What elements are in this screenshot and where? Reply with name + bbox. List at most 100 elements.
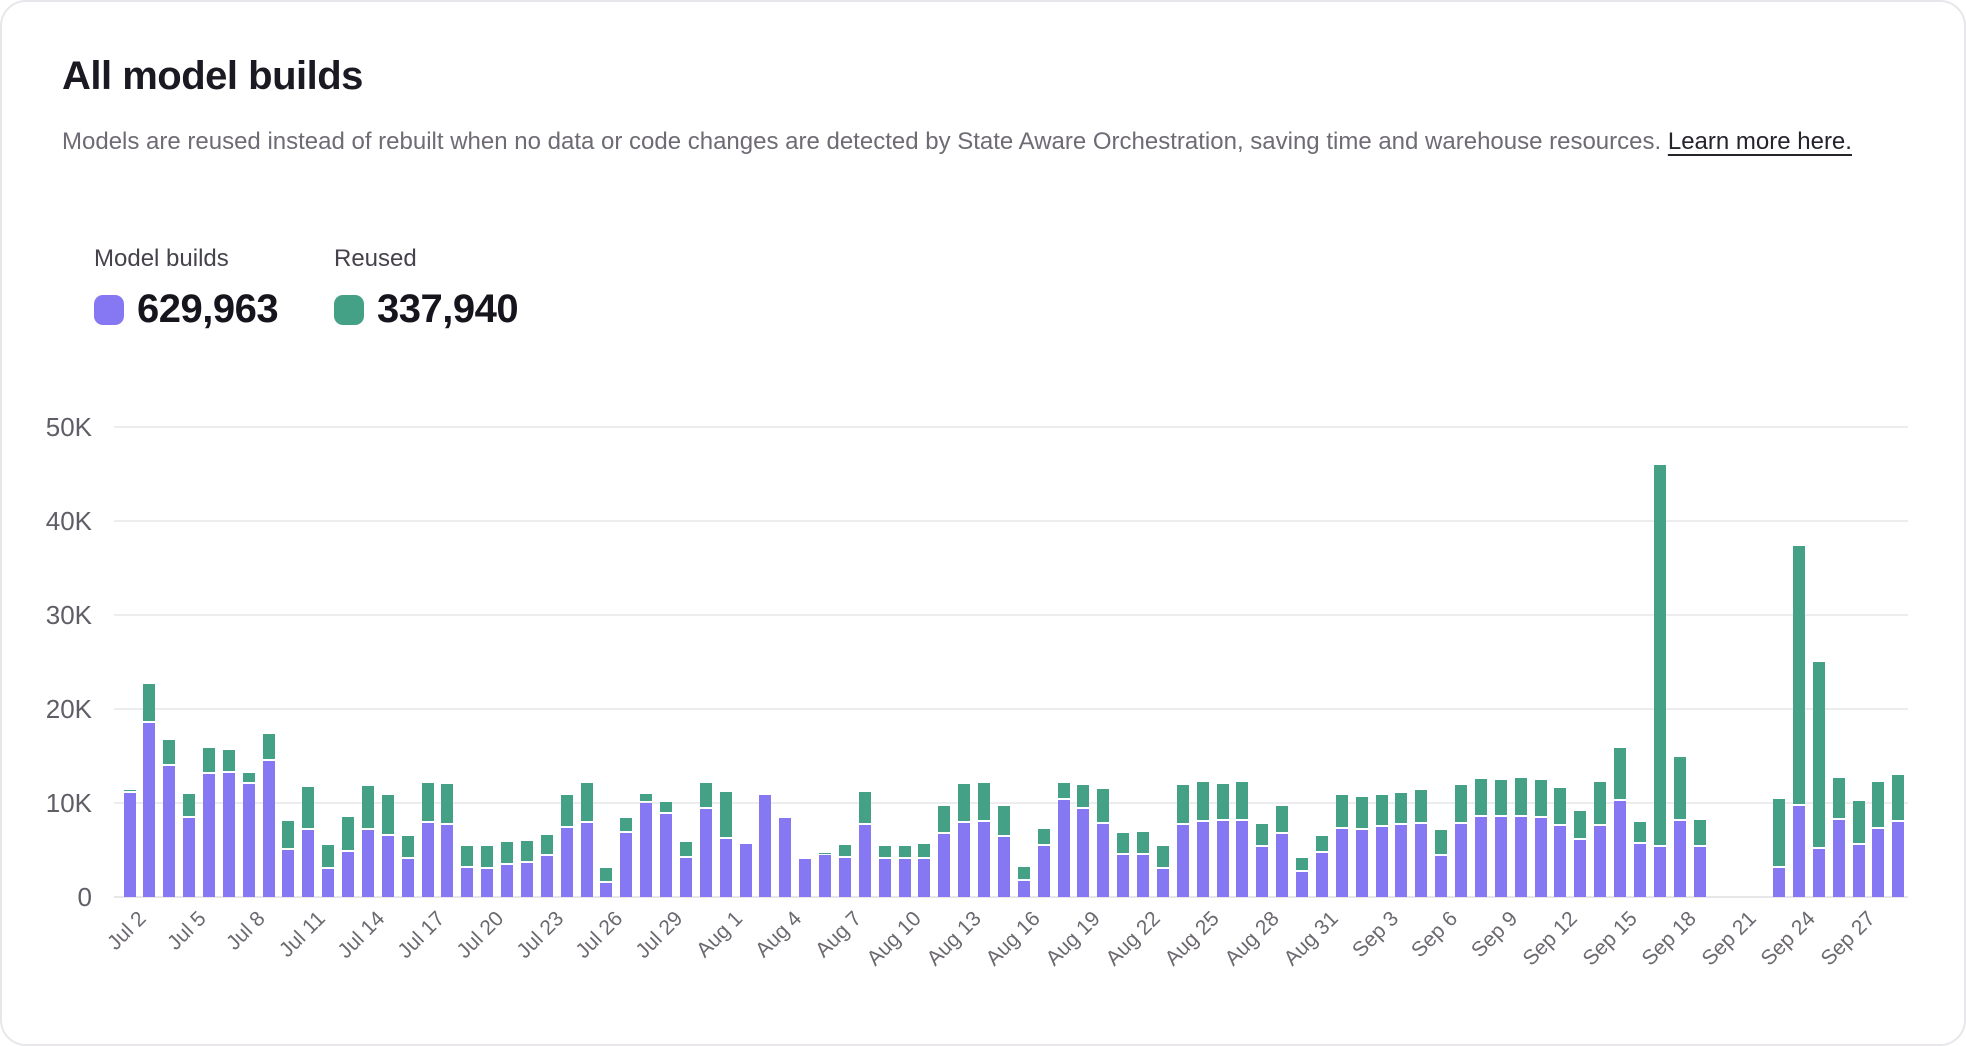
bar-aug-25[interactable]: [1197, 782, 1209, 897]
bar-sep-3[interactable]: [1376, 795, 1388, 897]
bar-jul-6[interactable]: [203, 748, 215, 897]
bar-sep-16[interactable]: [1634, 822, 1646, 897]
bar-aug-2[interactable]: [740, 844, 752, 897]
bar-aug-10[interactable]: [899, 846, 911, 897]
bar-aug-14[interactable]: [978, 783, 990, 897]
bar-aug-24[interactable]: [1177, 785, 1189, 897]
bar-sep-25[interactable]: [1813, 662, 1825, 897]
bar-sep-28[interactable]: [1872, 782, 1884, 897]
bar-sep-1[interactable]: [1336, 795, 1348, 897]
bar-jul-5[interactable]: [183, 794, 195, 897]
bar-jul-8[interactable]: [243, 773, 255, 897]
reused-segment: [223, 750, 235, 771]
bar-jul-3[interactable]: [143, 684, 155, 897]
bar-sep-29[interactable]: [1892, 775, 1904, 897]
bar-jul-17[interactable]: [422, 783, 434, 897]
bar-aug-18[interactable]: [1058, 783, 1070, 897]
bar-sep-18[interactable]: [1674, 757, 1686, 897]
reused-segment: [1554, 788, 1566, 825]
bar-sep-13[interactable]: [1574, 811, 1586, 897]
bar-sep-11[interactable]: [1535, 780, 1547, 898]
bar-aug-13[interactable]: [958, 784, 970, 897]
bar-aug-31[interactable]: [1316, 836, 1328, 897]
bar-aug-4[interactable]: [779, 818, 791, 897]
bar-jul-13[interactable]: [342, 817, 354, 897]
bar-jul-2[interactable]: [124, 790, 136, 897]
bar-aug-6[interactable]: [819, 853, 831, 897]
bar-jul-4[interactable]: [163, 740, 175, 897]
bar-aug-30[interactable]: [1296, 858, 1308, 897]
bar-jul-28[interactable]: [640, 794, 652, 897]
bar-sep-9[interactable]: [1495, 780, 1507, 898]
bar-jul-23[interactable]: [541, 835, 553, 897]
x-axis-tick-label: Aug 4: [752, 907, 808, 963]
bar-jul-25[interactable]: [581, 783, 593, 897]
bar-sep-17[interactable]: [1654, 465, 1666, 897]
bar-aug-8[interactable]: [859, 792, 871, 897]
bar-jul-22[interactable]: [521, 841, 533, 897]
reused-segment: [1793, 546, 1805, 803]
bar-jul-16[interactable]: [402, 836, 414, 897]
bar-aug-29[interactable]: [1276, 806, 1288, 897]
builds-segment: [1197, 822, 1209, 897]
bar-aug-26[interactable]: [1217, 784, 1229, 897]
bar-sep-5[interactable]: [1415, 790, 1427, 897]
bar-jul-21[interactable]: [501, 842, 513, 897]
reused-segment: [441, 784, 453, 822]
bar-jul-31[interactable]: [700, 783, 712, 897]
bar-aug-27[interactable]: [1236, 782, 1248, 897]
y-axis-tick-label: 10K: [22, 788, 92, 819]
bar-sep-12[interactable]: [1554, 788, 1566, 897]
bar-sep-19[interactable]: [1694, 820, 1706, 897]
bar-aug-12[interactable]: [938, 806, 950, 897]
bar-aug-23[interactable]: [1157, 846, 1169, 897]
bar-sep-24[interactable]: [1793, 546, 1805, 897]
bar-aug-19[interactable]: [1077, 785, 1089, 897]
builds-segment: [700, 809, 712, 897]
bar-aug-17[interactable]: [1038, 829, 1050, 897]
bar-aug-20[interactable]: [1097, 789, 1109, 897]
bar-jul-27[interactable]: [620, 818, 632, 897]
bar-aug-22[interactable]: [1137, 832, 1149, 897]
bar-jul-29[interactable]: [660, 802, 672, 897]
bar-jul-11[interactable]: [302, 787, 314, 897]
bar-jul-24[interactable]: [561, 795, 573, 897]
bar-aug-5[interactable]: [799, 859, 811, 897]
bar-jul-12[interactable]: [322, 845, 334, 897]
bar-aug-16[interactable]: [1018, 867, 1030, 897]
bar-sep-23[interactable]: [1773, 799, 1785, 897]
bar-sep-27[interactable]: [1853, 801, 1865, 897]
bar-jul-30[interactable]: [680, 842, 692, 897]
bar-aug-15[interactable]: [998, 806, 1010, 897]
bar-jul-15[interactable]: [382, 795, 394, 897]
bar-jul-7[interactable]: [223, 750, 235, 897]
bar-jul-14[interactable]: [362, 786, 374, 897]
bar-aug-9[interactable]: [879, 846, 891, 897]
builds-segment: [759, 795, 771, 897]
bar-sep-4[interactable]: [1395, 793, 1407, 897]
reused-segment: [561, 795, 573, 827]
bar-jul-26[interactable]: [600, 868, 612, 897]
bar-aug-11[interactable]: [918, 844, 930, 897]
bar-jul-20[interactable]: [481, 846, 493, 897]
bar-sep-7[interactable]: [1455, 785, 1467, 897]
bar-aug-3[interactable]: [759, 795, 771, 897]
bar-aug-21[interactable]: [1117, 833, 1129, 897]
bar-aug-7[interactable]: [839, 845, 851, 897]
reused-segment: [1137, 832, 1149, 853]
bar-sep-10[interactable]: [1515, 778, 1527, 897]
bar-aug-1[interactable]: [720, 792, 732, 897]
bar-aug-28[interactable]: [1256, 824, 1268, 897]
builds-segment: [282, 850, 294, 897]
bar-jul-18[interactable]: [441, 784, 453, 897]
bar-sep-26[interactable]: [1833, 778, 1845, 897]
bar-jul-19[interactable]: [461, 846, 473, 897]
bar-sep-2[interactable]: [1356, 797, 1368, 897]
bar-sep-8[interactable]: [1475, 779, 1487, 897]
builds-segment: [918, 859, 930, 897]
bar-jul-10[interactable]: [282, 821, 294, 897]
bar-sep-14[interactable]: [1594, 782, 1606, 897]
bar-jul-9[interactable]: [263, 734, 275, 897]
bar-sep-15[interactable]: [1614, 748, 1626, 897]
bar-sep-6[interactable]: [1435, 830, 1447, 897]
